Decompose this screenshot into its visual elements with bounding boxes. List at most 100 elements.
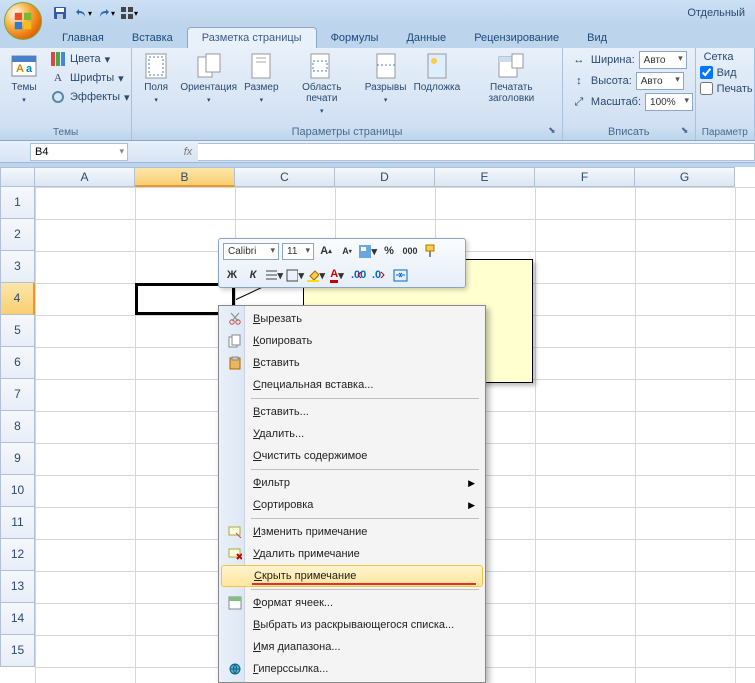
row-header[interactable]: 1 — [0, 187, 35, 219]
qat-more-icon[interactable]: ▾ — [118, 2, 140, 24]
bold-icon[interactable]: Ж — [223, 266, 241, 284]
formula-input[interactable] — [198, 143, 755, 161]
ctx-name_range[interactable]: Имя диапазона... — [221, 636, 483, 658]
tab-0[interactable]: Главная — [48, 28, 118, 48]
colors-button[interactable]: Цвета ▾ — [46, 50, 134, 68]
effects-icon — [50, 89, 66, 105]
ctx-delete_comment[interactable]: Удалить примечание — [221, 543, 483, 565]
tab-4[interactable]: Данные — [392, 28, 460, 48]
font-color-icon[interactable]: A▾ — [328, 266, 346, 284]
row-header[interactable]: 10 — [0, 475, 35, 507]
hide_comment-icon — [222, 565, 250, 587]
orientation-button[interactable]: Ориентация▾ — [178, 50, 239, 108]
fonts-icon: A — [50, 70, 66, 86]
fill-color-icon[interactable]: ▾ — [307, 266, 325, 284]
ctx-paste[interactable]: Вставить — [221, 352, 483, 374]
row-header[interactable]: 4 — [0, 283, 35, 315]
select-all-corner[interactable] — [0, 167, 35, 187]
margins-button[interactable]: Поля▾ — [136, 50, 176, 108]
col-header[interactable]: D — [335, 167, 435, 187]
row-header[interactable]: 11 — [0, 507, 35, 539]
col-header[interactable]: E — [435, 167, 535, 187]
percent-icon[interactable]: % — [380, 242, 398, 260]
height-combo[interactable]: Авто — [636, 72, 684, 90]
italic-icon[interactable]: К — [244, 266, 262, 284]
tab-2[interactable]: Разметка страницы — [187, 27, 317, 48]
ctx-insert[interactable]: Вставить... — [221, 401, 483, 423]
redo-icon[interactable]: ▾ — [95, 2, 117, 24]
grow-font-icon[interactable]: A▴ — [317, 242, 335, 260]
style-gallery-icon[interactable]: ▾ — [359, 242, 377, 260]
row-header[interactable]: 3 — [0, 251, 35, 283]
format-painter-icon[interactable] — [422, 242, 440, 260]
height-icon: ↕ — [571, 73, 587, 89]
row-header[interactable]: 14 — [0, 603, 35, 635]
print-area-button[interactable]: Область печати▾ — [283, 50, 360, 119]
align-icon[interactable]: ▾ — [265, 266, 283, 284]
tab-5[interactable]: Рецензирование — [460, 28, 573, 48]
ctx-pick_list[interactable]: Выбрать из раскрывающегося списка... — [221, 614, 483, 636]
office-button[interactable] — [4, 2, 42, 40]
col-header[interactable]: B — [135, 167, 235, 187]
ctx-filter[interactable]: Фильтр▶ — [221, 472, 483, 494]
mini-size-combo[interactable]: 11 — [282, 243, 314, 260]
mini-font-combo[interactable]: Calibri — [223, 243, 279, 260]
row-header[interactable]: 15 — [0, 635, 35, 667]
ctx-cut[interactable]: Вырезать — [221, 308, 483, 330]
ribbon-tabs: ГлавнаяВставкаРазметка страницыФормулыДа… — [0, 26, 755, 48]
width-combo[interactable]: Авто — [639, 51, 687, 69]
row-header[interactable]: 2 — [0, 219, 35, 251]
undo-icon[interactable]: ▾ — [72, 2, 94, 24]
row-header[interactable]: 12 — [0, 539, 35, 571]
borders-icon[interactable]: ▾ — [286, 266, 304, 284]
increase-decimal-icon[interactable]: .0 — [370, 266, 388, 284]
size-button[interactable]: Размер▾ — [241, 50, 281, 108]
scale-combo[interactable]: 100% — [645, 93, 693, 111]
col-header[interactable]: F — [535, 167, 635, 187]
themes-icon: Aa — [8, 52, 40, 80]
ctx-sort[interactable]: Сортировка▶ — [221, 494, 483, 516]
row-header[interactable]: 8 — [0, 411, 35, 443]
fonts-button[interactable]: AШрифты ▾ — [46, 69, 134, 87]
ctx-hyperlink[interactable]: Гиперссылка... — [221, 658, 483, 680]
ctx-delete[interactable]: Удалить... — [221, 423, 483, 445]
background-button[interactable]: Подложка — [411, 50, 463, 95]
cut-icon — [221, 308, 249, 330]
merge-icon[interactable] — [391, 266, 409, 284]
effects-button[interactable]: Эффекты ▾ — [46, 88, 134, 106]
themes-button[interactable]: Aa Темы▾ — [4, 50, 44, 108]
filter-icon — [221, 472, 249, 494]
svg-text:A: A — [16, 63, 24, 75]
ctx-edit_comment[interactable]: Изменить примечание — [221, 521, 483, 543]
tab-3[interactable]: Формулы — [317, 28, 393, 48]
row-header[interactable]: 7 — [0, 379, 35, 411]
tab-1[interactable]: Вставка — [118, 28, 187, 48]
breaks-button[interactable]: Разрывы▾ — [362, 50, 409, 108]
col-header[interactable]: C — [235, 167, 335, 187]
grid-print-checkbox[interactable]: Печать — [700, 81, 753, 96]
fit-dialog-icon[interactable]: ⬊ — [679, 125, 691, 137]
col-header[interactable]: A — [35, 167, 135, 187]
ctx-format_cells[interactable]: Формат ячеек... — [221, 592, 483, 614]
fx-icon[interactable]: fx — [178, 146, 198, 158]
row-header[interactable]: 9 — [0, 443, 35, 475]
grid-view-checkbox[interactable]: Вид — [700, 65, 753, 80]
row-header[interactable]: 13 — [0, 571, 35, 603]
page-setup-dialog-icon[interactable]: ⬊ — [546, 125, 558, 137]
window-title: Отдельный — [687, 7, 751, 19]
shrink-font-icon[interactable]: A▾ — [338, 242, 356, 260]
ctx-hide_comment[interactable]: Скрыть примечание — [221, 565, 483, 587]
ctx-copy[interactable]: Копировать — [221, 330, 483, 352]
ctx-clear[interactable]: Очистить содержимое — [221, 445, 483, 467]
decrease-decimal-icon[interactable]: .00 — [349, 266, 367, 284]
ctx-paste_special[interactable]: Специальная вставка... — [221, 374, 483, 396]
col-header[interactable]: G — [635, 167, 735, 187]
tab-6[interactable]: Вид — [573, 28, 621, 48]
print-titles-button[interactable]: Печатать заголовки — [465, 50, 558, 106]
row-header[interactable]: 5 — [0, 315, 35, 347]
name-box[interactable]: B4 — [30, 143, 128, 161]
row-header[interactable]: 6 — [0, 347, 35, 379]
delete-icon — [221, 423, 249, 445]
save-icon[interactable] — [49, 2, 71, 24]
comma-icon[interactable]: 000 — [401, 242, 419, 260]
